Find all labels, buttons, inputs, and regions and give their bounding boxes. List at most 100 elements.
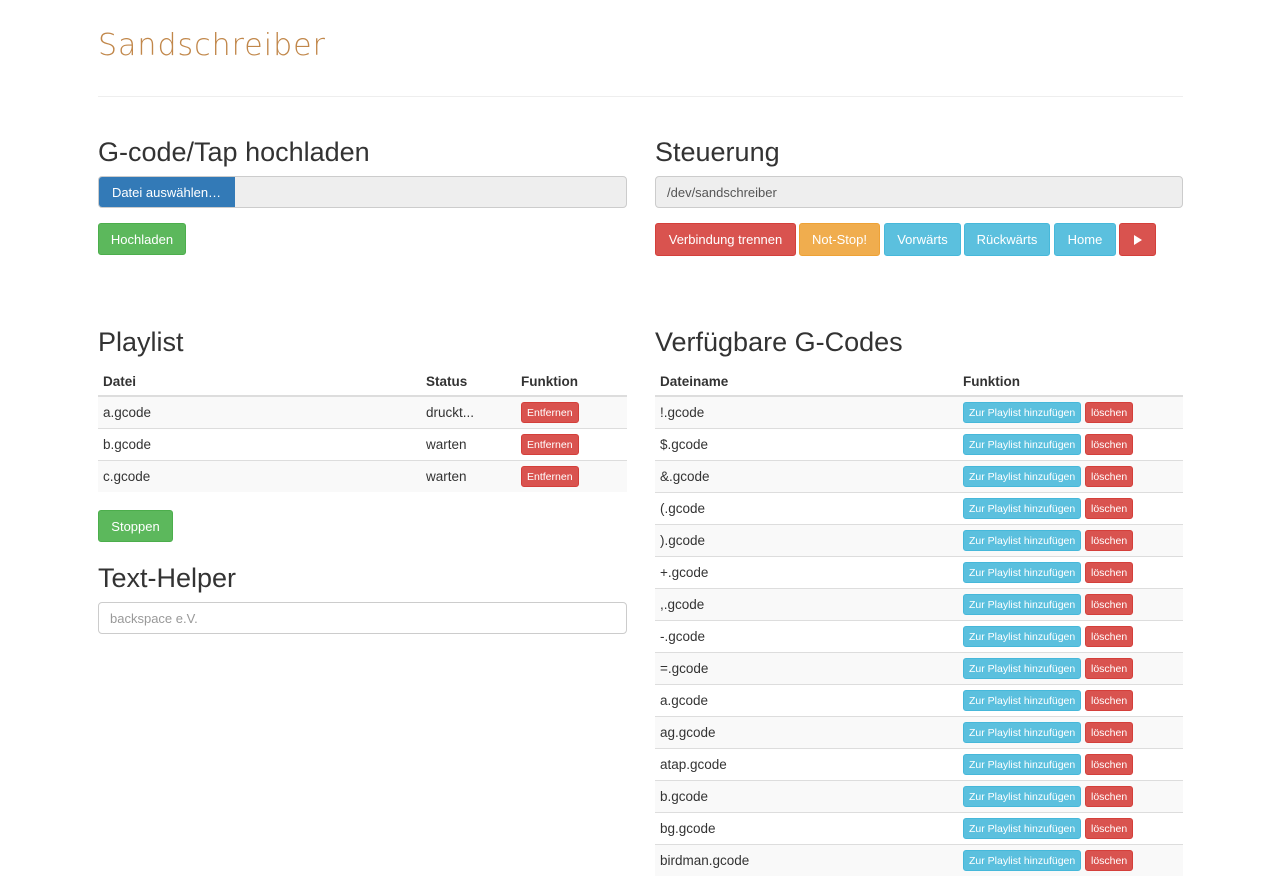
add-to-playlist-button[interactable]: Zur Playlist hinzufügen <box>963 498 1081 519</box>
gcode-filename: birdman.gcode <box>655 845 958 876</box>
delete-button[interactable]: löschen <box>1085 818 1133 839</box>
delete-button[interactable]: löschen <box>1085 562 1133 583</box>
playlist-status: warten <box>421 429 516 461</box>
delete-button[interactable]: löschen <box>1085 434 1133 455</box>
text-helper-input[interactable] <box>98 602 627 634</box>
gcode-filename: ag.gcode <box>655 717 958 749</box>
brand-logo[interactable]: Sandschreiber <box>98 28 326 63</box>
add-to-playlist-button[interactable]: Zur Playlist hinzufügen <box>963 690 1081 711</box>
delete-button[interactable]: löschen <box>1085 594 1133 615</box>
table-row: (.gcodeZur Playlist hinzufügen löschen <box>655 493 1183 525</box>
gcodes-title: Verfügbare G-Codes <box>655 329 903 356</box>
add-to-playlist-button[interactable]: Zur Playlist hinzufügen <box>963 402 1081 423</box>
disconnect-button[interactable]: Verbindung trennen <box>655 223 796 256</box>
gcode-function-cell: Zur Playlist hinzufügen löschen <box>958 621 1183 653</box>
gcode-filename: ,.gcode <box>655 589 958 621</box>
stop-button[interactable]: Stoppen <box>98 510 173 542</box>
table-row: !.gcodeZur Playlist hinzufügen löschen <box>655 396 1183 429</box>
delete-button[interactable]: löschen <box>1085 850 1133 871</box>
delete-button[interactable]: löschen <box>1085 786 1133 807</box>
remove-button[interactable]: Entfernen <box>521 402 579 423</box>
gcode-function-cell: Zur Playlist hinzufügen löschen <box>958 525 1183 557</box>
column-header-filename: Dateiname <box>655 367 958 396</box>
gcode-filename: b.gcode <box>655 781 958 813</box>
gcode-function-cell: Zur Playlist hinzufügen löschen <box>958 653 1183 685</box>
playlist-status: druckt... <box>421 396 516 429</box>
backward-button[interactable]: Rückwärts <box>964 223 1050 256</box>
gcode-filename: bg.gcode <box>655 813 958 845</box>
gcode-function-cell: Zur Playlist hinzufügen löschen <box>958 685 1183 717</box>
gcode-function-cell: Zur Playlist hinzufügen löschen <box>958 813 1183 845</box>
control-title: Steuerung <box>655 139 780 166</box>
gcode-function-cell: Zur Playlist hinzufügen löschen <box>958 493 1183 525</box>
delete-button[interactable]: löschen <box>1085 722 1133 743</box>
delete-button[interactable]: löschen <box>1085 498 1133 519</box>
delete-button[interactable]: löschen <box>1085 754 1133 775</box>
add-to-playlist-button[interactable]: Zur Playlist hinzufügen <box>963 626 1081 647</box>
table-row: b.gcodewartenEntfernen <box>98 429 627 461</box>
forward-button[interactable]: Vorwärts <box>884 223 961 256</box>
table-row: $.gcodeZur Playlist hinzufügen löschen <box>655 429 1183 461</box>
add-to-playlist-button[interactable]: Zur Playlist hinzufügen <box>963 466 1081 487</box>
table-row: ,.gcodeZur Playlist hinzufügen löschen <box>655 589 1183 621</box>
gcode-function-cell: Zur Playlist hinzufügen löschen <box>958 557 1183 589</box>
playlist-status: warten <box>421 461 516 493</box>
home-button[interactable]: Home <box>1054 223 1116 256</box>
table-row: atap.gcodeZur Playlist hinzufügen lösche… <box>655 749 1183 781</box>
table-row: ).gcodeZur Playlist hinzufügen löschen <box>655 525 1183 557</box>
choose-file-button[interactable]: Datei auswählen… <box>98 176 235 208</box>
column-header-status: Status <box>421 367 516 396</box>
gcode-function-cell: Zur Playlist hinzufügen löschen <box>958 845 1183 876</box>
delete-button[interactable]: löschen <box>1085 626 1133 647</box>
gcode-filename: +.gcode <box>655 557 958 589</box>
delete-button[interactable]: löschen <box>1085 658 1133 679</box>
table-row: b.gcodeZur Playlist hinzufügen löschen <box>655 781 1183 813</box>
gcode-filename: ).gcode <box>655 525 958 557</box>
gcode-function-cell: Zur Playlist hinzufügen löschen <box>958 396 1183 429</box>
emergency-stop-button[interactable]: Not-Stop! <box>799 223 880 256</box>
add-to-playlist-button[interactable]: Zur Playlist hinzufügen <box>963 818 1081 839</box>
gcode-filename: -.gcode <box>655 621 958 653</box>
table-row: =.gcodeZur Playlist hinzufügen löschen <box>655 653 1183 685</box>
header-divider <box>98 96 1183 97</box>
add-to-playlist-button[interactable]: Zur Playlist hinzufügen <box>963 434 1081 455</box>
gcode-filename: !.gcode <box>655 396 958 429</box>
delete-button[interactable]: löschen <box>1085 402 1133 423</box>
port-field[interactable]: /dev/sandschreiber <box>655 176 1183 208</box>
delete-button[interactable]: löschen <box>1085 466 1133 487</box>
add-to-playlist-button[interactable]: Zur Playlist hinzufügen <box>963 594 1081 615</box>
playlist-function-cell: Entfernen <box>516 461 627 493</box>
table-row: a.gcodedruckt...Entfernen <box>98 396 627 429</box>
delete-button[interactable]: löschen <box>1085 690 1133 711</box>
table-row: -.gcodeZur Playlist hinzufügen löschen <box>655 621 1183 653</box>
file-input[interactable]: Datei auswählen… <box>98 176 627 208</box>
remove-button[interactable]: Entfernen <box>521 466 579 487</box>
table-row: &.gcodeZur Playlist hinzufügen löschen <box>655 461 1183 493</box>
playlist-file: c.gcode <box>98 461 421 493</box>
play-button[interactable] <box>1119 223 1156 256</box>
add-to-playlist-button[interactable]: Zur Playlist hinzufügen <box>963 658 1081 679</box>
gcode-function-cell: Zur Playlist hinzufügen löschen <box>958 717 1183 749</box>
playlist-function-cell: Entfernen <box>516 396 627 429</box>
add-to-playlist-button[interactable]: Zur Playlist hinzufügen <box>963 786 1081 807</box>
column-header-file: Datei <box>98 367 421 396</box>
gcode-function-cell: Zur Playlist hinzufügen löschen <box>958 589 1183 621</box>
table-row: ag.gcodeZur Playlist hinzufügen löschen <box>655 717 1183 749</box>
add-to-playlist-button[interactable]: Zur Playlist hinzufügen <box>963 530 1081 551</box>
playlist-header-row: Datei Status Funktion <box>98 367 627 396</box>
table-row: birdman.gcodeZur Playlist hinzufügen lös… <box>655 845 1183 876</box>
add-to-playlist-button[interactable]: Zur Playlist hinzufügen <box>963 754 1081 775</box>
upload-button[interactable]: Hochladen <box>98 223 186 255</box>
gcode-filename: atap.gcode <box>655 749 958 781</box>
gcode-function-cell: Zur Playlist hinzufügen löschen <box>958 429 1183 461</box>
table-row: c.gcodewartenEntfernen <box>98 461 627 493</box>
add-to-playlist-button[interactable]: Zur Playlist hinzufügen <box>963 722 1081 743</box>
playlist-file: b.gcode <box>98 429 421 461</box>
gcode-filename: =.gcode <box>655 653 958 685</box>
table-row: a.gcodeZur Playlist hinzufügen löschen <box>655 685 1183 717</box>
add-to-playlist-button[interactable]: Zur Playlist hinzufügen <box>963 850 1081 871</box>
remove-button[interactable]: Entfernen <box>521 434 579 455</box>
delete-button[interactable]: löschen <box>1085 530 1133 551</box>
text-helper-title: Text-Helper <box>98 565 236 592</box>
add-to-playlist-button[interactable]: Zur Playlist hinzufügen <box>963 562 1081 583</box>
